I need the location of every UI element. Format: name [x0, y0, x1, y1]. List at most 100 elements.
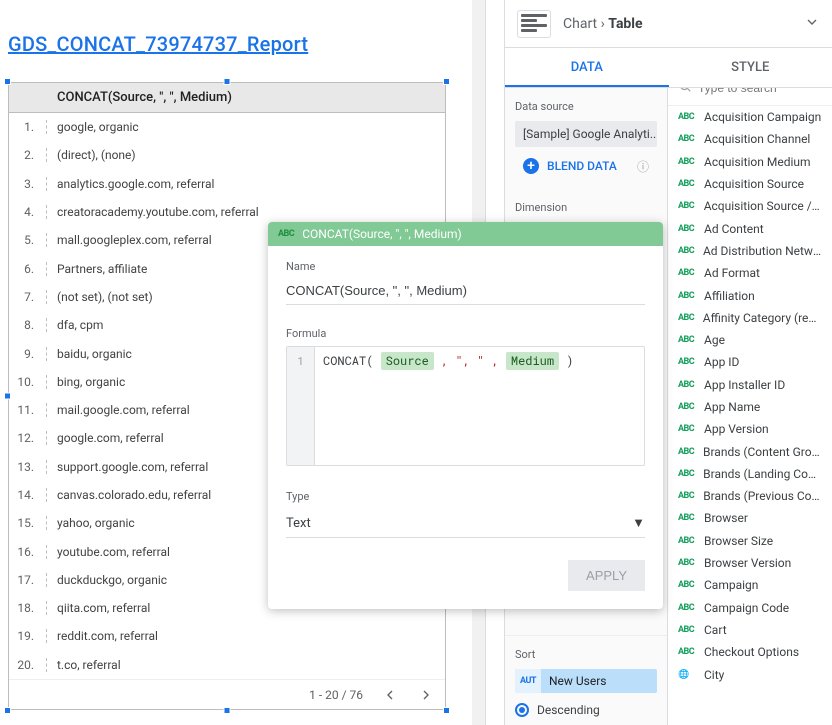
available-field[interactable]: ABCAcquisition Medium — [668, 151, 832, 173]
field-label: Checkout Options — [704, 645, 799, 659]
available-field[interactable]: ABCAge — [668, 329, 832, 351]
available-field[interactable]: ABCAffinity Category (reac... — [668, 307, 832, 329]
formula-code-editor[interactable]: 1 CONCAT( Source , ", " , Medium ) — [286, 346, 645, 466]
blend-data-button[interactable]: + BLEND DATA ⓘ — [515, 153, 657, 179]
abc-type-icon: ABC — [678, 134, 696, 144]
available-field[interactable]: ABCAffiliation — [668, 284, 832, 306]
collapse-panel-icon[interactable] — [804, 14, 820, 34]
available-field[interactable]: ABCAcquisition Source — [668, 173, 832, 195]
field-label: Campaign — [704, 578, 758, 592]
table-chart-icon[interactable] — [517, 10, 551, 38]
available-field[interactable]: ABCAd Content — [668, 217, 832, 239]
field-label: Affinity Category (reac... — [703, 311, 822, 325]
field-label: Brands (Landing Cont... — [703, 467, 822, 481]
table-row[interactable]: 20.t.co, referral — [9, 651, 445, 679]
table-row[interactable]: 1.google, organic — [9, 113, 445, 141]
tab-data[interactable]: DATA — [505, 48, 669, 87]
row-value: creatoracademy.youtube.com, referral — [47, 205, 445, 219]
report-title[interactable]: GDS_CONCAT_73974737_Report — [8, 32, 308, 56]
field-label: Cart — [704, 623, 727, 637]
row-number: 12. — [9, 431, 47, 445]
field-label: City — [704, 668, 724, 682]
available-field[interactable]: ABCCampaign — [668, 574, 832, 596]
row-number: 15. — [9, 516, 47, 530]
available-field[interactable]: ABCBrands (Landing Cont... — [668, 463, 832, 485]
available-field[interactable]: ABCBrowser Version — [668, 552, 832, 574]
field-chip-medium[interactable]: Medium — [506, 352, 559, 370]
globe-icon: 🌐 — [678, 670, 696, 680]
abc-type-icon: ABC — [678, 157, 696, 167]
row-number: 4. — [9, 205, 47, 219]
field-label: Browser Size — [704, 534, 773, 548]
available-field[interactable]: ABC Brands (Previous Con... — [668, 485, 832, 507]
breadcrumb-chart[interactable]: Chart — [563, 16, 597, 32]
type-label: Type — [286, 490, 645, 503]
sort-heading: Sort — [515, 648, 657, 661]
available-field[interactable]: ABCAcquisition Source / ... — [668, 195, 832, 217]
available-field[interactable]: ABC Browser Size — [668, 530, 832, 552]
available-field[interactable]: ABCCart — [668, 619, 832, 641]
abc-type-icon: ABC — [678, 647, 696, 657]
column-header[interactable]: CONCAT(Source, ", ", Medium) — [47, 90, 445, 105]
field-chip-source[interactable]: Source — [381, 352, 434, 370]
field-label: Browser — [704, 511, 748, 525]
breadcrumb-table: Table — [608, 16, 642, 32]
table-row[interactable]: 2.(direct), (none) — [9, 141, 445, 169]
field-label: Brands (Previous Con... — [703, 489, 822, 503]
formula-label: Formula — [286, 327, 645, 340]
help-icon[interactable]: ⓘ — [637, 158, 649, 175]
available-field[interactable]: ABCAcquisition Campaign — [668, 106, 832, 128]
field-label: App ID — [704, 355, 739, 369]
row-number: 9. — [9, 347, 47, 361]
abc-type-icon: ABC — [678, 335, 696, 345]
row-number: 17. — [9, 573, 47, 587]
available-field[interactable]: ABC Brands (Content Group) — [668, 440, 832, 462]
apply-button[interactable]: APPLY — [568, 560, 645, 591]
abc-type-icon: ABC — [678, 291, 696, 301]
row-number: 19. — [9, 629, 47, 643]
abc-type-icon: ABC — [678, 380, 696, 390]
table-header: CONCAT(Source, ", ", Medium) — [9, 83, 445, 113]
available-field[interactable]: ABCAd Distribution Netwo... — [668, 240, 832, 262]
available-field[interactable]: ABCApp ID — [668, 351, 832, 373]
available-field[interactable]: 🌐 City — [668, 663, 832, 685]
tab-style[interactable]: STYLE — [669, 48, 832, 87]
field-name-input[interactable] — [286, 279, 645, 305]
abc-type-icon: ABC — [678, 558, 696, 568]
abc-type-icon: ABC — [678, 536, 696, 546]
sort-field-chip[interactable]: AUT New Users — [515, 669, 657, 693]
field-label: App Installer ID — [704, 378, 785, 392]
sort-descending-radio[interactable]: Descending — [515, 699, 657, 721]
abc-type-icon: ABC — [678, 513, 696, 523]
row-number: 3. — [9, 177, 47, 191]
prev-page-icon[interactable] — [381, 686, 399, 704]
available-field[interactable]: ABC Browser — [668, 507, 832, 529]
available-field[interactable]: ABCAd Format — [668, 262, 832, 284]
available-field[interactable]: ABCCampaign Code — [668, 597, 832, 619]
available-field[interactable]: ABCApp Name — [668, 396, 832, 418]
dropdown-arrow-icon: ▼ — [632, 515, 645, 531]
row-value: t.co, referral — [47, 658, 445, 672]
radio-checked-icon — [515, 703, 529, 717]
abc-type-icon: ABC — [678, 112, 696, 122]
row-number: 13. — [9, 460, 47, 474]
data-source-chip[interactable]: [Sample] Google Analyti... — [515, 121, 657, 147]
available-field[interactable]: ABCApp Version — [668, 418, 832, 440]
table-row[interactable]: 19.reddit.com, referral — [9, 622, 445, 650]
plus-circle-icon: + — [523, 158, 539, 174]
abc-type-icon: ABC — [678, 491, 695, 501]
row-number: 20. — [9, 658, 47, 672]
available-field[interactable]: ABC Acquisition Channel — [668, 128, 832, 150]
field-label: Brands (Content Group) — [703, 445, 822, 459]
abc-type-icon: ABC — [678, 447, 695, 457]
next-page-icon[interactable] — [417, 686, 435, 704]
row-number: 14. — [9, 488, 47, 502]
field-label: Acquisition Channel — [704, 132, 810, 146]
available-field[interactable]: ABC Checkout Options — [668, 641, 832, 663]
name-label: Name — [286, 260, 645, 273]
type-select[interactable]: Text ▼ — [286, 509, 645, 538]
table-row[interactable]: 3.analytics.google.com, referral — [9, 170, 445, 198]
row-value: google, organic — [47, 120, 445, 134]
available-field[interactable]: ABC App Installer ID — [668, 374, 832, 396]
fields-pane: Available Fields ABCAcquisition Campaign… — [668, 0, 832, 725]
